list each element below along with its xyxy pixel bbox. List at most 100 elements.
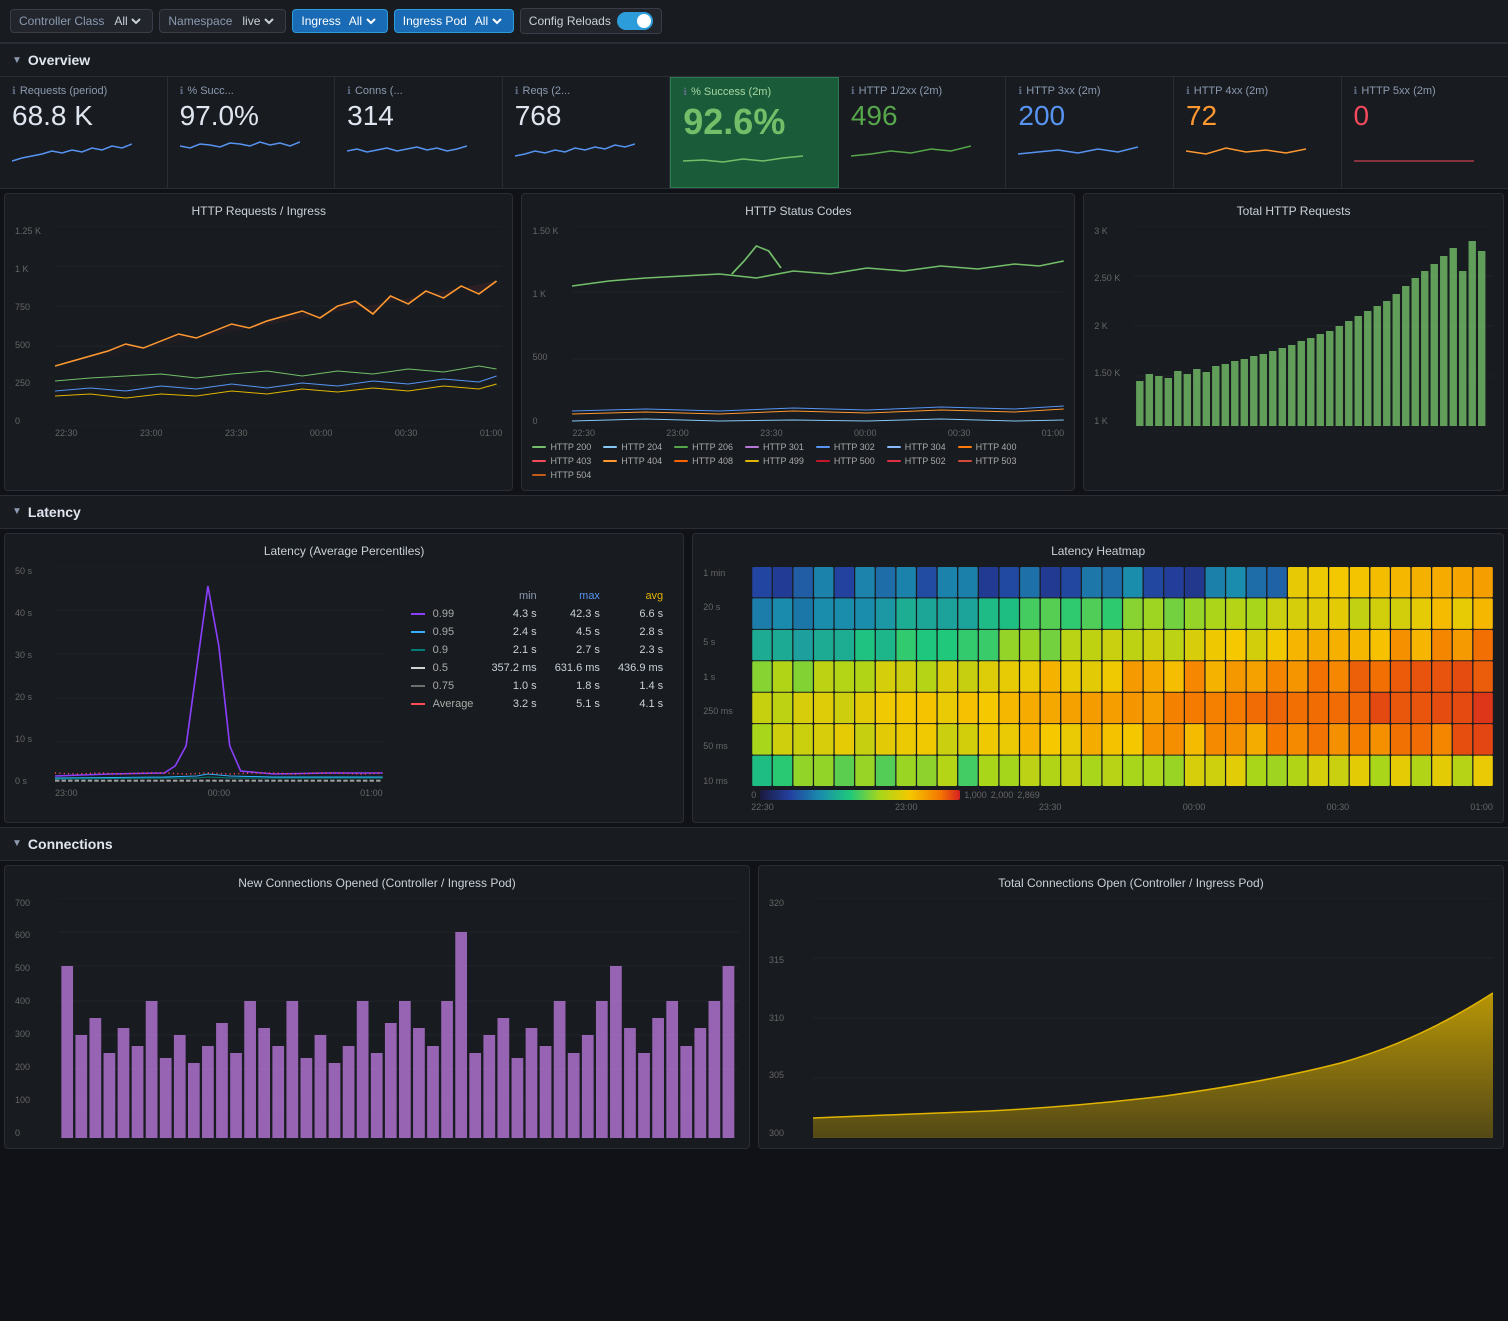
stat-value-http4xx: 72: [1186, 101, 1329, 132]
heatmap-colorbar: [760, 790, 960, 800]
filter-namespace[interactable]: Namespace live: [159, 9, 286, 33]
latency-chevron: ▼: [12, 506, 22, 517]
chart-title-total-conns: Total Connections Open (Controller / Ing…: [769, 876, 1493, 890]
stat-value-conns: 314: [347, 101, 490, 132]
sparkline-http5xx: [1354, 136, 1474, 166]
chart-http-status-codes: HTTP Status Codes 1.50 K 1 K 500 0: [521, 193, 1075, 491]
legend-http499: HTTP 499: [745, 456, 804, 466]
legend-http503: HTTP 503: [958, 456, 1017, 466]
latency-section-header[interactable]: ▼ Latency: [0, 495, 1508, 529]
connections-chevron: ▼: [12, 838, 22, 849]
stat-title-http3xx: HTTP 3xx (2m): [1026, 85, 1100, 97]
stat-card-reqs: ℹ Reqs (2... 768: [503, 77, 671, 188]
x-labels-heatmap: 22:30 23:00 23:30 00:00 00:30 01:00: [751, 802, 1493, 812]
x-label-3: 00:00: [310, 428, 333, 438]
status-codes-legend: HTTP 200 HTTP 204 HTTP 206 HTTP 301 HTTP…: [532, 442, 1064, 480]
heatmap-scale-2869: 2,869: [1017, 790, 1040, 800]
chart-svg-new-conns: [59, 898, 739, 1138]
stat-value-http12xx: 496: [851, 101, 994, 132]
info-icon-requests: ℹ: [12, 86, 16, 97]
stat-title-requests: Requests (period): [20, 85, 107, 97]
stat-card-http5xx: ℹ HTTP 5xx (2m) 0: [1342, 77, 1508, 188]
chart-latency-heatmap: Latency Heatmap 1 min 20 s 5 s 1 s 250 m…: [692, 533, 1504, 823]
legend-http304: HTTP 304: [887, 442, 946, 452]
chart-title-total-http: Total HTTP Requests: [1094, 204, 1493, 218]
chart-total-http-requests: Total HTTP Requests 3 K 2.50 K 2 K 1.50 …: [1083, 193, 1504, 491]
stat-title-http4xx: HTTP 4xx (2m): [1194, 85, 1268, 97]
filter-ingress-pod-label: Ingress Pod: [403, 14, 467, 28]
heatmap-scale-1000: 1,000: [964, 790, 987, 800]
stat-value-http3xx: 200: [1018, 101, 1161, 132]
filter-namespace-select[interactable]: live: [238, 13, 277, 29]
stat-card-http3xx: ℹ HTTP 3xx (2m) 200: [1006, 77, 1174, 188]
chart-title-heatmap: Latency Heatmap: [703, 544, 1493, 558]
pct-header-avg: avg: [610, 588, 671, 604]
overview-charts-row: HTTP Requests / Ingress 1.25 K 1 K 750 5…: [0, 189, 1508, 495]
pct-header-empty: [403, 588, 482, 604]
chart-svg-http-requests: [55, 226, 502, 426]
stat-value-success-2m: 92.6%: [683, 102, 826, 142]
info-icon-conns: ℹ: [347, 86, 351, 97]
chart-new-connections: New Connections Opened (Controller / Ing…: [4, 865, 750, 1149]
chart-title-http-requests: HTTP Requests / Ingress: [15, 204, 502, 218]
legend-http500: HTTP 500: [816, 456, 875, 466]
overview-section-header[interactable]: ▼ Overview: [0, 43, 1508, 77]
pct-row-075: 0.75 1.0 s 1.8 s 1.4 s: [403, 678, 672, 694]
heatmap-scale-0: 0: [751, 790, 756, 800]
heatmap-scale-2000: 2,000: [991, 790, 1014, 800]
heatmap-svg: [751, 566, 1493, 786]
info-icon-http12xx: ℹ: [851, 86, 855, 97]
legend-http404: HTTP 404: [603, 456, 662, 466]
stat-card-success-2m: ℹ % Success (2m) 92.6%: [670, 77, 839, 188]
filter-ingress-pod[interactable]: Ingress Pod All: [394, 9, 514, 33]
y-total-1: 2.50 K: [1094, 273, 1132, 283]
x-label-2: 23:30: [225, 428, 248, 438]
chart-svg-status-codes: [572, 226, 1064, 426]
info-icon-http3xx: ℹ: [1018, 86, 1022, 97]
stat-card-requests: ℹ Requests (period) 68.8 K: [0, 77, 168, 188]
sparkline-http3xx: [1018, 136, 1138, 166]
y-label-5: 0: [15, 416, 53, 426]
chart-latency-percentiles: Latency (Average Percentiles) 50 s 40 s …: [4, 533, 684, 823]
sparkline-requests: [12, 136, 132, 166]
sparkline-http12xx: [851, 136, 971, 166]
legend-http400: HTTP 400: [958, 442, 1017, 452]
legend-http302: HTTP 302: [816, 442, 875, 452]
filter-namespace-label: Namespace: [168, 14, 232, 28]
config-reloads-toggle[interactable]: [617, 12, 653, 30]
chart-total-connections: Total Connections Open (Controller / Ing…: [758, 865, 1504, 1149]
legend-http206: HTTP 206: [674, 442, 733, 452]
info-icon-success-2m: ℹ: [683, 87, 687, 98]
filter-controller-class-select[interactable]: All: [110, 13, 144, 29]
stat-title-reqs: Reqs (2...: [523, 85, 571, 97]
connections-section-header[interactable]: ▼ Connections: [0, 827, 1508, 861]
y-total-2: 2 K: [1094, 321, 1132, 331]
pct-row-099: 0.99 4.3 s 42.3 s 6.6 s: [403, 606, 672, 622]
top-bar: Controller Class All Namespace live Ingr…: [0, 0, 1508, 43]
legend-http200: HTTP 200: [532, 442, 591, 452]
y-label-3: 500: [15, 340, 53, 350]
filter-ingress[interactable]: Ingress All: [292, 9, 387, 33]
chart-http-requests-ingress: HTTP Requests / Ingress 1.25 K 1 K 750 5…: [4, 193, 513, 491]
connections-title: Connections: [28, 836, 113, 852]
filter-controller-class[interactable]: Controller Class All: [10, 9, 153, 33]
overview-title: Overview: [28, 52, 90, 68]
x-label-0: 22:30: [55, 428, 78, 438]
sparkline-success: [180, 136, 300, 166]
pct-row-095: 0.95 2.4 s 4.5 s 2.8 s: [403, 624, 672, 640]
x-labels-status-codes: 22:30 23:00 23:30 00:00 00:30 01:00: [532, 428, 1064, 438]
stat-title-success-2m: % Success (2m): [691, 86, 771, 98]
heatmap-grid: [751, 566, 1493, 786]
stat-title-conns: Conns (...: [355, 85, 403, 97]
config-reloads-toggle-container: Config Reloads: [520, 8, 662, 34]
heatmap-y-5s: 5 s: [703, 637, 751, 647]
heatmap-y-50ms: 50 ms: [703, 741, 751, 751]
filter-ingress-select[interactable]: All: [345, 13, 379, 29]
y-total-3: 1.50 K: [1094, 368, 1132, 378]
chart-svg-total-conns: [813, 898, 1493, 1138]
filter-ingress-pod-select[interactable]: All: [471, 13, 505, 29]
stat-card-http4xx: ℹ HTTP 4xx (2m) 72: [1174, 77, 1342, 188]
heatmap-y-1s: 1 s: [703, 672, 751, 682]
info-icon-http5xx: ℹ: [1354, 86, 1358, 97]
latency-row: Latency (Average Percentiles) 50 s 40 s …: [0, 529, 1508, 827]
